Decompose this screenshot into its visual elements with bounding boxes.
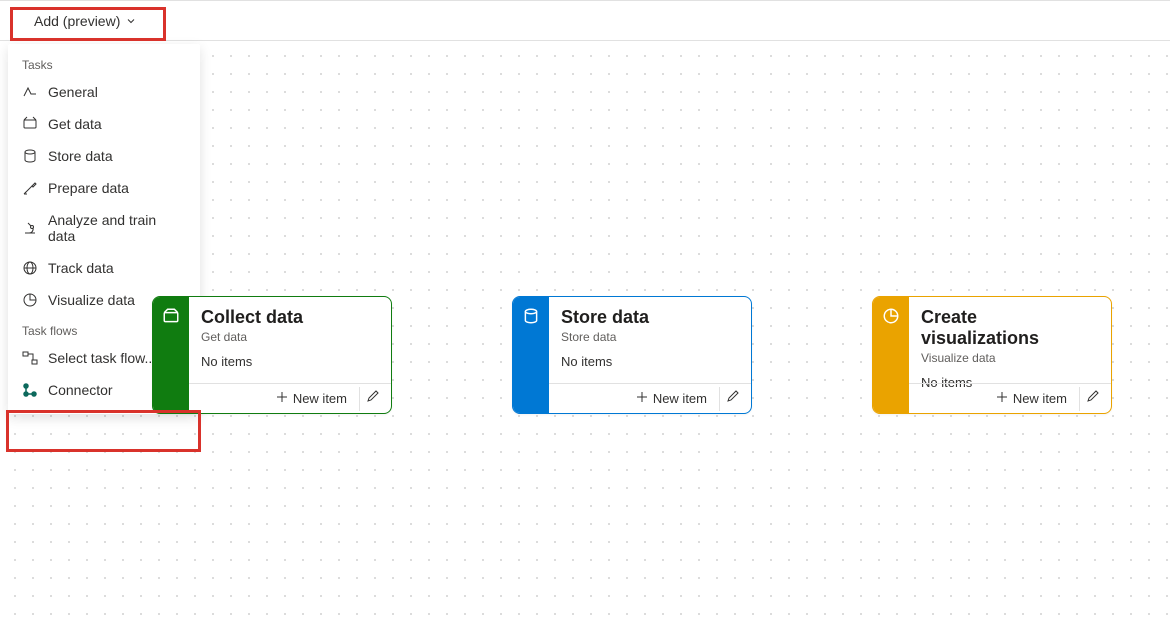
edit-button[interactable] [359, 387, 385, 411]
menu-item-label: Connector [48, 382, 113, 398]
plus-icon [276, 391, 288, 406]
new-item-button[interactable]: New item [270, 388, 353, 409]
menu-item-label: Prepare data [48, 180, 129, 196]
menu-item-label: General [48, 84, 98, 100]
card-title: Store data [561, 307, 739, 328]
plus-icon [636, 391, 648, 406]
card-title: Collect data [201, 307, 379, 328]
menu-section-tasks: Tasks [8, 50, 200, 76]
connector-icon [22, 382, 38, 398]
pencil-icon [366, 389, 380, 408]
menu-item-label: Store data [48, 148, 113, 164]
card-create-visualizations[interactable]: Create visualizations Visualize data No … [872, 296, 1112, 414]
card-body: Collect data Get data No items New item [189, 297, 391, 413]
flow-icon [22, 350, 38, 366]
card-status: No items [561, 354, 739, 369]
edit-button[interactable] [719, 387, 745, 411]
card-subtitle: Store data [561, 330, 739, 344]
card-stripe [153, 297, 189, 413]
add-preview-button[interactable]: Add (preview) [20, 9, 144, 33]
add-preview-label: Add (preview) [34, 13, 120, 29]
card-footer: New item [189, 383, 391, 413]
card-subtitle: Get data [201, 330, 379, 344]
broom-icon [22, 180, 38, 196]
globe-icon [22, 260, 38, 276]
card-collect-data[interactable]: Collect data Get data No items New item [152, 296, 392, 414]
database-icon [22, 148, 38, 164]
card-footer: New item [909, 383, 1111, 413]
card-subtitle: Visualize data [921, 351, 1099, 365]
new-item-label: New item [293, 391, 347, 406]
menu-item-general[interactable]: General [8, 76, 200, 108]
card-status: No items [201, 354, 379, 369]
menu-item-analyze-train[interactable]: Analyze and train data [8, 204, 200, 252]
edit-button[interactable] [1079, 387, 1105, 411]
microscope-icon [22, 220, 38, 236]
get-data-icon [22, 116, 38, 132]
menu-item-track-data[interactable]: Track data [8, 252, 200, 284]
card-footer: New item [549, 383, 751, 413]
general-icon [22, 84, 38, 100]
card-body: Create visualizations Visualize data No … [909, 297, 1111, 413]
new-item-button[interactable]: New item [990, 388, 1073, 409]
menu-item-prepare-data[interactable]: Prepare data [8, 172, 200, 204]
card-stripe [513, 297, 549, 413]
menu-item-label: Get data [48, 116, 102, 132]
toolbar: Add (preview) [0, 0, 1170, 41]
plus-icon [996, 391, 1008, 406]
card-body: Store data Store data No items New item [549, 297, 751, 413]
pie-chart-icon [22, 292, 38, 308]
menu-item-get-data[interactable]: Get data [8, 108, 200, 140]
new-item-label: New item [1013, 391, 1067, 406]
card-stripe [873, 297, 909, 413]
new-item-button[interactable]: New item [630, 388, 713, 409]
card-title: Create visualizations [921, 307, 1099, 349]
card-store-data[interactable]: Store data Store data No items New item [512, 296, 752, 414]
menu-item-store-data[interactable]: Store data [8, 140, 200, 172]
new-item-label: New item [653, 391, 707, 406]
pencil-icon [726, 389, 740, 408]
chevron-down-icon [126, 13, 136, 29]
menu-item-label: Select task flow... [48, 350, 156, 366]
menu-item-label: Analyze and train data [48, 212, 186, 244]
menu-item-label: Track data [48, 260, 114, 276]
menu-item-label: Visualize data [48, 292, 135, 308]
pencil-icon [1086, 389, 1100, 408]
